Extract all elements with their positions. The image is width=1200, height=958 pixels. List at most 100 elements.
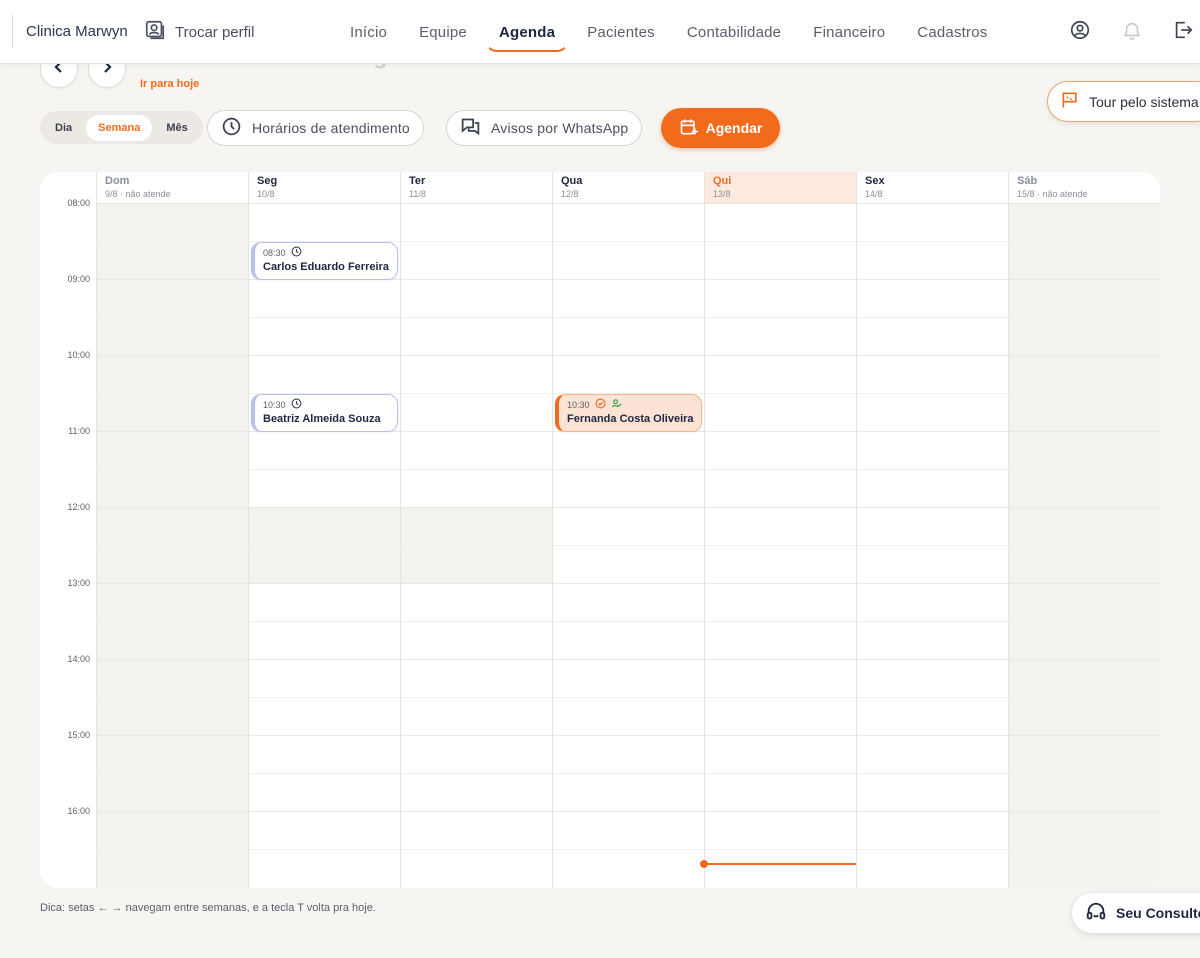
grid-line: [96, 659, 1160, 660]
schedule-button[interactable]: Agendar: [661, 108, 780, 148]
nav-inicio[interactable]: Início: [334, 12, 403, 52]
day-date: 15/8 · não atende: [1017, 189, 1088, 199]
flag-icon: [1060, 90, 1080, 113]
day-header-sun: Dom 9/8 · não atende: [97, 172, 248, 204]
time-label: 11:00: [68, 426, 90, 436]
logout-icon[interactable]: [1170, 17, 1196, 43]
view-toggle: Dia Semana Mês: [40, 111, 203, 144]
appointment-time: 10:30: [263, 399, 286, 410]
chat-bubbles-icon: [460, 116, 481, 140]
go-to-today-link[interactable]: Ir para hoje: [140, 78, 199, 90]
nav-equipe[interactable]: Equipe: [403, 12, 483, 52]
day-name: Sex: [865, 175, 885, 187]
grid-line: [96, 621, 1160, 622]
appointment-card[interactable]: 10:30 Beatriz Almeida Souza: [251, 394, 398, 432]
grid-line: [96, 241, 1160, 242]
service-hours-button[interactable]: Horários de atendimento: [207, 110, 424, 146]
appointment-card[interactable]: 08:30 Carlos Eduardo Ferreira: [251, 242, 398, 280]
nav-financeiro[interactable]: Financeiro: [797, 12, 901, 52]
headset-icon: [1085, 901, 1107, 926]
grid-line: [96, 469, 1160, 470]
time-label: 10:00: [67, 350, 90, 360]
column-divider: [96, 172, 97, 888]
day-off-area-saturday: [1008, 204, 1160, 888]
view-week[interactable]: Semana: [86, 114, 153, 141]
day-header-sat: Sáb 15/8 · não atende: [1009, 172, 1160, 204]
column-divider: [856, 172, 857, 888]
grid-line: [96, 507, 1160, 508]
day-off-area-sunday: [96, 204, 248, 888]
appointment-patient: Beatriz Almeida Souza: [263, 413, 381, 425]
time-label: 16:00: [67, 806, 90, 816]
appointment-patient: Fernanda Costa Oliveira: [567, 413, 694, 425]
bell-icon[interactable]: [1119, 17, 1145, 43]
time-label: 09:00: [67, 274, 90, 284]
appointment-time-row: 10:30: [263, 398, 389, 411]
system-tour-label: Tour pelo sistema: [1089, 93, 1199, 110]
nav-agenda[interactable]: Agenda: [483, 12, 571, 52]
day-header-thu: Qui 13/8: [705, 172, 856, 204]
time-label: 12:00: [67, 502, 90, 512]
system-tour-button[interactable]: Tour pelo sistema: [1047, 81, 1200, 122]
grid-line: [96, 317, 1160, 318]
grid-line: [96, 811, 1160, 812]
day-name: Ter: [409, 175, 426, 187]
day-name: Seg: [257, 175, 278, 187]
grid-line: [96, 583, 1160, 584]
time-label: 14:00: [67, 654, 90, 664]
appointment-card[interactable]: 10:30 Fernanda Costa Oliveira: [555, 394, 702, 432]
user-check-icon: [611, 398, 622, 411]
grid-line: [96, 545, 1160, 546]
appointment-time-row: 08:30: [263, 246, 389, 259]
keyboard-tip: Dica: setas ← → navegam entre semanas, e…: [40, 902, 376, 914]
column-divider: [552, 172, 553, 888]
view-day[interactable]: Dia: [43, 115, 84, 141]
week-calendar: Dom 9/8 · não atende Seg 10/8 Ter 11/8 Q…: [40, 172, 1160, 888]
switch-profile-label: Trocar perfil: [175, 23, 255, 41]
grid-line: [96, 849, 1160, 850]
day-date: 14/8: [865, 189, 883, 199]
column-divider: [704, 172, 705, 888]
main-nav: Início Equipe Agenda Pacientes Contabili…: [334, 12, 1003, 52]
header-divider: [96, 203, 1160, 204]
calendar-add-icon: [679, 117, 699, 140]
day-date: 12/8: [561, 189, 579, 199]
grid-line: [96, 355, 1160, 356]
current-time-dot: [700, 860, 708, 868]
service-hours-label: Horários de atendimento: [252, 120, 410, 136]
appointment-time-row: 10:30: [567, 398, 693, 411]
whatsapp-notices-label: Avisos por WhatsApp: [491, 120, 629, 136]
user-circle-icon[interactable]: [1067, 17, 1093, 43]
profile-card-icon: [144, 19, 166, 45]
top-header: Clinica Marwyn Trocar perfil Início Equi…: [0, 0, 1200, 64]
clinic-name: Clinica Marwyn: [12, 14, 128, 48]
consultant-label: Seu Consultor: [1116, 905, 1200, 921]
consultant-button[interactable]: Seu Consultor: [1072, 893, 1200, 933]
current-time-line: [704, 863, 856, 865]
day-header-fri: Sex 14/8: [857, 172, 1008, 204]
column-divider: [400, 172, 401, 888]
appointment-patient: Carlos Eduardo Ferreira: [263, 261, 389, 273]
grid-line: [96, 279, 1160, 280]
grid-line: [96, 697, 1160, 698]
pending-clock-icon: [291, 398, 302, 411]
check-circle-icon: [595, 398, 606, 411]
day-name: Qui: [713, 175, 732, 187]
day-date: 13/8: [713, 189, 731, 199]
day-date: 10/8: [257, 189, 275, 199]
appointment-time: 08:30: [263, 247, 286, 258]
day-name: Dom: [105, 175, 130, 187]
whatsapp-notices-button[interactable]: Avisos por WhatsApp: [446, 110, 643, 146]
nav-contabilidade[interactable]: Contabilidade: [671, 12, 797, 52]
nav-pacientes[interactable]: Pacientes: [571, 12, 671, 52]
nav-cadastros[interactable]: Cadastros: [901, 12, 1003, 52]
day-header-wed: Qua 12/8: [553, 172, 704, 204]
day-name: Sáb: [1017, 175, 1038, 187]
grid-line: [96, 735, 1160, 736]
switch-profile-button[interactable]: Trocar perfil: [144, 19, 254, 45]
day-header-tue: Ter 11/8: [401, 172, 552, 204]
appointment-time: 10:30: [567, 399, 590, 410]
time-label: 15:00: [67, 730, 90, 740]
view-month[interactable]: Mês: [154, 115, 199, 141]
clock-icon: [221, 116, 242, 140]
